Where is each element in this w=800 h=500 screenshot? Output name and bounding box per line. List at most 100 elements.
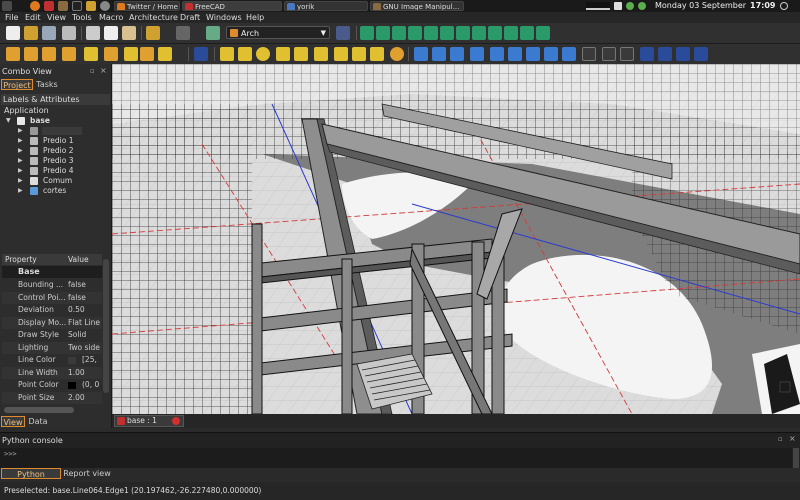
property-row-line-width[interactable]: Line Width 1.00	[2, 366, 102, 380]
property-value[interactable]: Two side	[68, 342, 102, 355]
value-column-header[interactable]: Value	[68, 254, 89, 265]
paste-icon[interactable]	[122, 26, 136, 40]
add-to-group-icon[interactable]	[602, 47, 616, 61]
print-icon[interactable]	[62, 26, 76, 40]
tab-view[interactable]: View	[1, 416, 25, 427]
property-row-display-mode[interactable]: Display Mo... Flat Line	[2, 316, 102, 330]
snap-grid-icon[interactable]	[408, 26, 422, 40]
files-launcher-icon[interactable]	[86, 1, 96, 11]
snap-working-plane-icon[interactable]	[536, 26, 550, 40]
property-value[interactable]: (0, 0	[82, 379, 102, 392]
network-icon[interactable]	[614, 2, 622, 10]
building-icon[interactable]	[140, 47, 154, 61]
snap-angle-icon[interactable]	[456, 26, 470, 40]
dimension-icon[interactable]	[352, 47, 366, 61]
window-icon[interactable]	[62, 47, 76, 61]
floor-icon[interactable]	[42, 47, 56, 61]
text-icon[interactable]	[334, 47, 348, 61]
snap-dimensions-icon[interactable]	[504, 26, 518, 40]
tab-tasks[interactable]: Tasks	[34, 79, 60, 90]
circle-icon[interactable]	[256, 47, 270, 61]
tree-item-hidden[interactable]: ▶	[0, 126, 111, 136]
snap-perpendicular-icon[interactable]	[392, 26, 406, 40]
tree-item-cortes[interactable]: ▶ cortes	[0, 186, 111, 196]
power-icon[interactable]	[780, 2, 788, 10]
settings-launcher-icon[interactable]	[100, 1, 110, 11]
tab-project[interactable]: Project	[1, 79, 33, 90]
rectangle-icon[interactable]	[314, 47, 328, 61]
menu-view[interactable]: View	[47, 12, 66, 23]
gimp-launcher-icon[interactable]	[58, 1, 68, 11]
close-icon[interactable]: ×	[100, 66, 107, 75]
snap-ortho-icon[interactable]	[520, 26, 534, 40]
wire-icon[interactable]	[238, 47, 252, 61]
property-row-point-size[interactable]: Point Size 2.00	[2, 391, 102, 405]
downgrade-icon[interactable]	[508, 47, 522, 61]
snap-extension-icon[interactable]	[472, 26, 486, 40]
property-value[interactable]: 1.00	[68, 367, 102, 380]
line-icon[interactable]	[220, 47, 234, 61]
menu-file[interactable]: File	[5, 12, 18, 23]
snap-center-icon[interactable]	[488, 26, 502, 40]
redo-icon[interactable]	[176, 26, 190, 40]
axis-icon[interactable]	[124, 47, 138, 61]
app-launcher-icon[interactable]	[2, 1, 12, 11]
property-value[interactable]: false	[68, 279, 102, 292]
property-row-deviation[interactable]: Deviation 0.50	[2, 304, 102, 317]
property-row-line-color[interactable]: Line Color [25,	[2, 354, 102, 367]
remove-icon[interactable]	[194, 47, 208, 61]
property-value[interactable]: Flat Line	[68, 317, 102, 330]
float-icon[interactable]: ▫	[90, 67, 95, 75]
apply-style-icon[interactable]	[620, 47, 634, 61]
task-freecad[interactable]: FreeCAD	[182, 1, 282, 11]
property-horizontal-scrollbar[interactable]	[4, 407, 74, 413]
snap-parallel-icon[interactable]	[440, 26, 454, 40]
expand-arrow-icon[interactable]: ▶	[18, 166, 23, 176]
terminal-launcher-icon[interactable]	[72, 1, 82, 11]
expand-arrow-icon[interactable]: ▶	[18, 126, 23, 136]
section-plane-icon[interactable]	[104, 47, 118, 61]
save-icon[interactable]	[42, 26, 56, 40]
expand-arrow-icon[interactable]: ▶	[18, 156, 23, 166]
refresh-icon[interactable]	[206, 26, 220, 40]
edit-icon[interactable]	[544, 47, 558, 61]
site-icon[interactable]	[158, 47, 172, 61]
property-value[interactable]: 0.50	[68, 304, 102, 317]
snap-intersection-icon[interactable]	[424, 26, 438, 40]
menu-architecture[interactable]: Architecture	[129, 12, 178, 23]
property-column-header[interactable]: Property	[5, 254, 37, 265]
firefox-icon[interactable]	[30, 1, 40, 11]
task-twitter[interactable]: Twitter / Home - Nig...	[114, 1, 180, 11]
menu-tools[interactable]: Tools	[72, 12, 92, 23]
bspline-icon[interactable]	[370, 47, 384, 61]
tab-data[interactable]: Data	[26, 416, 50, 427]
property-row-control-points[interactable]: Control Poi... false	[2, 291, 102, 304]
expand-arrow-icon[interactable]: ▶	[18, 176, 23, 186]
new-file-icon[interactable]	[6, 26, 20, 40]
property-row-lighting[interactable]: Lighting Two side	[2, 341, 102, 355]
tree-item-predio-4[interactable]: ▶ Predio 4	[0, 166, 111, 176]
close-tab-icon[interactable]	[172, 417, 180, 425]
structure-icon[interactable]	[24, 47, 38, 61]
tree-item-predio-2[interactable]: ▶ Predio 2	[0, 146, 111, 156]
rotate-icon[interactable]	[432, 47, 446, 61]
document-tab-base[interactable]: base : 1	[114, 415, 184, 427]
task-yorik[interactable]: yorik	[284, 1, 368, 11]
property-value[interactable]: 2.00	[68, 392, 102, 405]
polygon-icon[interactable]	[294, 47, 308, 61]
chat-icon[interactable]	[638, 2, 646, 10]
expand-arrow-icon[interactable]: ▶	[18, 146, 23, 156]
open-file-icon[interactable]	[24, 26, 38, 40]
clock[interactable]: 17:09	[750, 1, 775, 11]
snap-lock-icon[interactable]	[360, 26, 374, 40]
trim-icon[interactable]	[470, 47, 484, 61]
tab-report-view[interactable]: Report view	[63, 468, 111, 479]
tree-item-comum[interactable]: ▶ Comum	[0, 176, 111, 186]
skype-icon[interactable]	[626, 2, 634, 10]
upgrade-icon[interactable]	[490, 47, 504, 61]
expand-arrow-icon[interactable]: ▼	[6, 116, 11, 126]
property-value[interactable]: Solid	[68, 329, 102, 342]
cut-icon[interactable]	[86, 26, 100, 40]
3d-viewport[interactable]	[112, 64, 800, 414]
console-scrollbar[interactable]	[793, 448, 799, 468]
